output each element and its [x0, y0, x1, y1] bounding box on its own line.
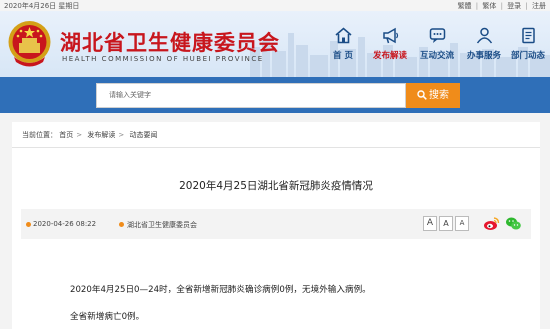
home-icon	[335, 27, 352, 44]
nav-interaction-label: 互动交流	[419, 51, 454, 61]
article-source: 湖北省卫生健康委员会	[127, 221, 197, 229]
breadcrumb-home[interactable]: 首页	[59, 131, 73, 139]
font-size-small-button[interactable]: A	[455, 216, 469, 231]
search-icon	[417, 90, 427, 100]
wechat-icon[interactable]	[505, 215, 522, 232]
font-size-large-button[interactable]: A	[423, 216, 437, 231]
article-card: 当前位置： 首页 > 发布解读 > 动态要闻 2020年4月25日湖北省新冠肺炎疫情…	[12, 122, 540, 329]
article-paragraph: 全省新增病亡0例。	[70, 312, 145, 322]
nav-releases-label: 发布解读	[372, 51, 407, 61]
article-meta-bar: 2020-04-26 08:22 湖北省卫生健康委员会 A A A	[21, 209, 531, 239]
search-button[interactable]: 搜索	[406, 83, 460, 108]
breadcrumb-releases[interactable]: 发布解读	[87, 131, 115, 139]
site-subtitle: HEALTH COMMISSION OF HUBEI PROVINCE	[62, 55, 264, 63]
date-marker-icon	[26, 222, 31, 227]
nav-services-label: 办事服务	[466, 51, 501, 61]
top-utility-bar: 2020年4月26日 星期日 繁體 | 繁体 | 登录 | 注册	[0, 0, 550, 11]
nav-departments[interactable]: 部门动态	[505, 11, 550, 77]
nav-departments-label: 部门动态	[510, 51, 545, 61]
article-paragraph: 2020年4月25日0—24时，全省新增新冠肺炎确诊病例0例，无境外输入病例。	[70, 285, 371, 295]
search-band: 请输入关键字 搜索	[0, 77, 550, 113]
search-input[interactable]: 请输入关键字	[96, 83, 406, 108]
link-traditional-2[interactable]: 繁体	[482, 2, 496, 10]
breadcrumb: 当前位置： 首页 > 发布解读 > 动态要闻	[22, 131, 158, 139]
nav-home[interactable]: 首 页	[320, 11, 366, 77]
nav-releases[interactable]: 发布解读	[367, 11, 413, 77]
breadcrumb-divider	[12, 147, 540, 148]
link-register[interactable]: 注册	[532, 2, 546, 10]
national-emblem-icon	[8, 21, 51, 67]
source-marker-icon	[119, 222, 124, 227]
link-traditional-1[interactable]: 繁體	[458, 2, 472, 10]
person-icon	[476, 27, 493, 44]
font-size-medium-button[interactable]: A	[439, 216, 453, 231]
article-title: 2020年4月25日湖北省新冠肺炎疫情情况	[179, 180, 373, 192]
site-header: 湖北省卫生健康委员会 HEALTH COMMISSION OF HUBEI PR…	[0, 11, 550, 77]
megaphone-icon	[383, 27, 399, 44]
publish-date: 2020-04-26 08:22	[33, 220, 97, 228]
chat-icon	[429, 28, 446, 43]
site-title[interactable]: 湖北省卫生健康委员会	[60, 27, 280, 57]
breadcrumb-label: 当前位置：	[22, 131, 57, 139]
breadcrumb-news[interactable]: 动态要闻	[129, 131, 157, 139]
nav-interaction[interactable]: 互动交流	[414, 11, 460, 77]
nav-services[interactable]: 办事服务	[461, 11, 507, 77]
current-date: 2020年4月26日 星期日	[4, 2, 80, 10]
document-icon	[522, 27, 535, 44]
nav-home-label: 首 页	[333, 51, 353, 61]
weibo-icon[interactable]	[483, 215, 500, 232]
top-links: 繁體 | 繁体 | 登录 | 注册	[457, 2, 546, 10]
link-login[interactable]: 登录	[507, 2, 521, 10]
search-button-label: 搜索	[429, 90, 449, 101]
